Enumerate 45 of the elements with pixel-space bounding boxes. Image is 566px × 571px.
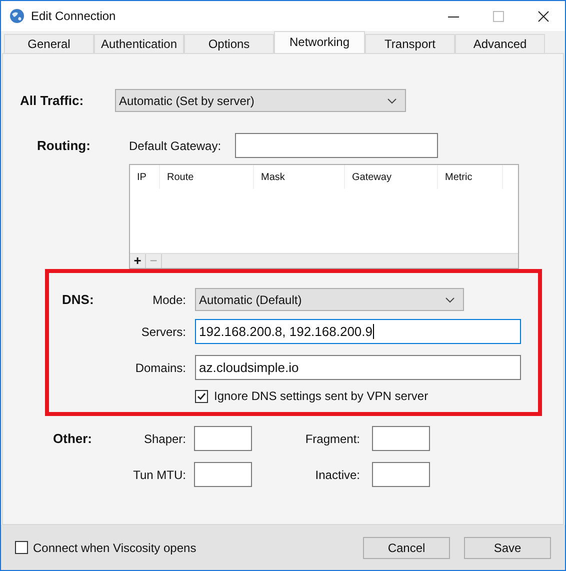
checkbox[interactable] <box>15 541 28 554</box>
section-label: All Traffic: <box>19 92 85 110</box>
tab[interactable]: Networking <box>274 31 365 53</box>
dialog-button[interactable]: Save <box>464 536 551 558</box>
column-header[interactable]: Gateway <box>345 165 438 189</box>
chevron-down-icon <box>387 98 397 104</box>
tab[interactable]: Advanced <box>455 34 545 53</box>
field-label: Fragment: <box>304 430 361 448</box>
column-header[interactable]: Metric <box>438 165 503 189</box>
globe-icon <box>9 8 25 24</box>
domains-field[interactable]: az.cloudsimple.io <box>195 355 521 380</box>
field-label: Tun MTU: <box>133 466 187 484</box>
section-label: DNS: <box>61 290 95 309</box>
checkbox[interactable] <box>195 390 208 402</box>
checkbox-label: Connect when Viscosity opens <box>33 540 196 556</box>
column-header[interactable]: Route <box>160 165 254 189</box>
chevron-down-icon <box>445 296 455 302</box>
text-cursor <box>372 324 374 339</box>
field-label: Shaper: <box>144 430 187 448</box>
tab[interactable]: Transport <box>365 34 455 53</box>
field-label: Domains: <box>134 360 187 376</box>
number-field[interactable] <box>194 426 252 451</box>
tab[interactable]: General <box>4 34 94 53</box>
add-button[interactable]: + <box>130 254 146 268</box>
checkbox-label: Ignore DNS settings sent by VPN server <box>214 388 428 405</box>
field-label: Mode: <box>152 292 187 308</box>
dropdown[interactable]: Automatic (Set by server) <box>115 89 406 112</box>
tab[interactable]: Authentication <box>94 34 184 53</box>
section-label: Routing: <box>36 136 92 155</box>
tab[interactable]: Options <box>184 34 274 53</box>
gateway-field[interactable] <box>235 133 438 158</box>
field-label: Servers: <box>140 324 187 340</box>
field-label: Inactive: <box>314 466 361 484</box>
dialog-button[interactable]: Cancel <box>363 536 450 558</box>
close-icon[interactable] <box>538 10 549 22</box>
number-field[interactable] <box>194 462 252 487</box>
dropdown[interactable]: Automatic (Default) <box>195 288 464 311</box>
window-title: Edit Connection <box>31 8 116 25</box>
number-field[interactable] <box>372 462 430 487</box>
column-header[interactable]: Mask <box>254 165 345 189</box>
number-field[interactable] <box>372 426 430 451</box>
column-header[interactable]: IP <box>130 165 160 189</box>
field-label: Default Gateway: <box>129 138 222 154</box>
servers-field[interactable]: 192.168.200.8, 192.168.200.9 <box>195 319 521 344</box>
section-label: Other: <box>52 430 92 448</box>
